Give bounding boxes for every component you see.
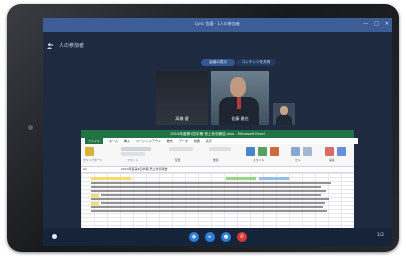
participant-name: 佐藤 雅也 xyxy=(231,116,249,121)
participant-video-speaker[interactable]: 佐藤 雅也 xyxy=(211,71,269,125)
sort-filter-icon[interactable] xyxy=(325,147,334,156)
highlight-cell xyxy=(226,177,256,180)
hang-up-icon: ✆ xyxy=(239,234,245,240)
data-row xyxy=(101,202,325,204)
data-row xyxy=(91,182,331,184)
highlight-cell xyxy=(91,194,99,197)
ribbon-group-label: セル xyxy=(295,158,301,162)
find-select-icon[interactable] xyxy=(337,147,346,156)
paste-icon[interactable] xyxy=(85,147,94,156)
data-row xyxy=(91,210,327,212)
status-dot xyxy=(52,234,57,239)
ribbon-group-label: 数値 xyxy=(213,158,219,162)
end-call-button[interactable]: ✆ xyxy=(237,232,247,242)
window-title: Lync 会議 - 1人の参加者 xyxy=(195,21,240,26)
align-buttons[interactable] xyxy=(169,147,193,151)
ribbon-group-label: 編集 xyxy=(329,158,335,162)
close-button[interactable]: ✕ xyxy=(385,21,389,27)
ribbon-group-label: スタイル xyxy=(253,158,265,162)
data-row xyxy=(91,198,329,200)
font-style-buttons[interactable] xyxy=(121,152,145,156)
tablet-frame: Lync 会議 - 1人の参加者 — □ ✕ 人の参加者 会議の表示 コンテンツ… xyxy=(7,4,399,252)
video-icon: ▸ xyxy=(208,234,212,240)
highlight-row xyxy=(91,177,131,180)
call-controls-bar xyxy=(43,228,392,246)
front-camera xyxy=(28,125,33,130)
window-titlebar: Lync 会議 - 1人の参加者 — □ ✕ xyxy=(43,18,392,32)
data-row xyxy=(91,206,323,208)
insert-cells-icon[interactable] xyxy=(291,147,300,156)
excel-ribbon: クリップボード フォント 配置 数値 スタイル セル 編集 xyxy=(81,144,354,167)
highlight-cell xyxy=(259,177,289,180)
self-body xyxy=(276,115,292,125)
participant-tile[interactable]: 高橋 健 xyxy=(156,71,208,125)
spreadsheet-grid[interactable] xyxy=(81,173,354,228)
minimize-button[interactable]: — xyxy=(363,21,368,27)
people-icon xyxy=(47,42,54,49)
chat-icon: ◉ xyxy=(191,234,197,240)
delete-cells-icon[interactable] xyxy=(303,147,312,156)
self-video-preview[interactable] xyxy=(273,103,295,125)
chat-button[interactable]: ◉ xyxy=(189,232,199,242)
self-face xyxy=(280,106,288,115)
window-controls: — □ ✕ xyxy=(363,21,389,27)
excel-titlebar: 2014年度第1四半期 売上状況報告.xlsx - Microsoft Exce… xyxy=(81,130,354,138)
participants-summary[interactable]: 人の参加者 xyxy=(47,42,84,49)
maximize-button[interactable]: □ xyxy=(374,21,379,27)
table-format-icon[interactable] xyxy=(258,147,267,156)
ribbon-group-label: 配置 xyxy=(175,158,181,162)
mute-button[interactable]: ● xyxy=(221,232,231,242)
microphone-icon: ● xyxy=(223,234,229,240)
number-format[interactable] xyxy=(209,147,231,151)
tab-meeting-view[interactable]: 会議の表示 xyxy=(201,59,235,66)
conditional-format-icon[interactable] xyxy=(246,147,255,156)
video-button[interactable]: ▸ xyxy=(205,232,215,242)
ribbon-group-label: クリップボード xyxy=(83,158,103,162)
data-row xyxy=(91,190,326,192)
data-row xyxy=(101,194,321,196)
cell-style-icon[interactable] xyxy=(270,147,279,156)
page-indicator: 1/2 xyxy=(376,233,384,238)
participant-name: 高橋 健 xyxy=(175,116,189,121)
shared-excel-window: 2014年度第1四半期 売上状況報告.xlsx - Microsoft Exce… xyxy=(81,130,358,228)
name-box[interactable]: A1 xyxy=(83,167,103,172)
formula-input[interactable]: 2014年度第1四半期 売上状況報告 xyxy=(121,167,168,172)
speaker-face xyxy=(230,77,246,97)
excel-title: 2014年度第1四半期 売上状況報告.xlsx - Microsoft Exce… xyxy=(170,131,265,136)
speaker-tie xyxy=(237,97,241,109)
tablet-screen: Lync 会議 - 1人の参加者 — □ ✕ 人の参加者 会議の表示 コンテンツ… xyxy=(43,18,392,246)
font-selector[interactable] xyxy=(121,147,151,151)
ribbon-group-label: フォント xyxy=(127,158,139,162)
data-row xyxy=(91,186,321,188)
tab-share-content[interactable]: コンテンツを共有 xyxy=(236,59,276,66)
participants-label: 人の参加者 xyxy=(59,43,85,49)
highlight-cell xyxy=(91,202,99,205)
